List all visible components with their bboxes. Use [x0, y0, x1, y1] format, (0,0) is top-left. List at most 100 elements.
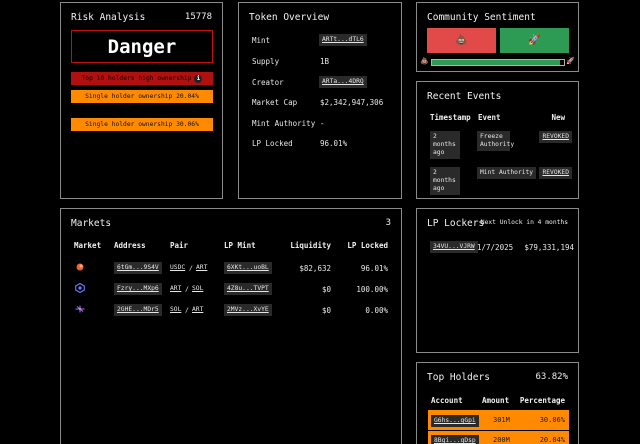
risk-level-box: Danger: [71, 30, 213, 63]
risk-analysis-panel: Risk Analysis 15778 Danger Top 10 holder…: [60, 2, 223, 199]
pair-separator: /: [185, 285, 189, 293]
markets-col-market: Market: [74, 241, 102, 250]
holders-col-amount: Amount: [482, 396, 510, 405]
poop-icon: 💩: [455, 35, 468, 46]
market-cap-label: Market Cap: [252, 98, 298, 107]
holder-account-link[interactable]: G6hs...gGpi: [431, 415, 479, 427]
holder-account-link[interactable]: 8Bgi...qDsp: [431, 435, 479, 444]
markets-col-lp-mint: LP Mint: [224, 241, 256, 250]
community-sentiment-panel: Community Sentiment 💩 🚀 💩 🚀: [416, 2, 579, 72]
risk-alert-medium: Single holder ownership 30.06%: [71, 118, 213, 131]
risk-alert-text: Single holder ownership 20.04%: [85, 93, 199, 100]
sentiment-meter-fill: [432, 60, 561, 65]
meteora-icon: [75, 305, 85, 313]
markets-col-pair: Pair: [170, 241, 189, 250]
market-address-link[interactable]: 6tGm...9S4V: [114, 262, 162, 274]
top-holders-panel: Top Holders 63.82% Account Amount Percen…: [416, 362, 579, 444]
recent-events-title: Recent Events: [427, 91, 502, 102]
market-lp-locked: 100.00%: [356, 285, 388, 294]
markets-title: Markets: [71, 218, 112, 229]
pair-separator: /: [185, 306, 189, 314]
holder-amount: 200M: [493, 436, 510, 444]
locker-amount: $79,331,194: [524, 243, 574, 252]
market-liquidity: $0: [321, 285, 331, 294]
holders-col-percentage: Percentage: [519, 396, 565, 405]
holder-row: 8Bgi...qDsp 200M 20.04%: [428, 431, 569, 444]
mint-label: Mint: [252, 36, 271, 45]
lp-locked-value: 96.01%: [320, 139, 348, 148]
holders-col-account: Account: [431, 396, 463, 405]
holder-percentage: 20.04%: [539, 436, 565, 444]
poop-icon: 💩: [420, 57, 429, 65]
markets-col-lp-locked: LP Locked: [347, 241, 388, 250]
market-lp-locked: 0.00%: [365, 306, 388, 315]
market-row: 2GHE...MDr5 SOL / ART 2MVz...XvYE $0 0.0…: [61, 303, 401, 317]
lp-locked-label: LP Locked: [252, 139, 293, 148]
pair-token-b-link[interactable]: SOL: [192, 283, 203, 295]
top-holders-title: Top Holders: [427, 372, 490, 383]
rocket-icon: 🚀: [528, 35, 541, 46]
top-holders-percent: 63.82%: [535, 372, 568, 382]
holder-percentage: 30.06%: [539, 416, 565, 424]
supply-value: 1B: [320, 57, 330, 66]
creator-label: Creator: [252, 78, 284, 87]
locker-row: 34VU...VJRW 1/7/2025 $79,331,194: [430, 240, 574, 253]
events-col-timestamp: Timestamp: [430, 113, 471, 122]
event-name: Freeze Authority: [477, 131, 514, 151]
community-sentiment-title: Community Sentiment: [427, 12, 536, 23]
mint-authority-label: Mint Authority: [252, 119, 316, 128]
event-new-status: REVOKED: [539, 167, 572, 179]
lp-mint-link[interactable]: 2MVz...XvYE: [224, 304, 272, 316]
creator-address-link[interactable]: ARTa...4DRQ: [319, 76, 367, 88]
pair-token-a-link[interactable]: USDC: [170, 262, 185, 274]
risk-alert-text: Single holder ownership 30.06%: [85, 121, 199, 128]
market-liquidity: $0: [321, 306, 331, 315]
supply-label: Supply: [252, 57, 280, 66]
event-name: Mint Authority: [477, 167, 537, 179]
market-lp-locked: 96.01%: [360, 264, 388, 273]
risk-score: 15778: [184, 12, 212, 22]
mint-address-link[interactable]: ARTt...dTL6: [319, 34, 367, 46]
bullish-vote-button[interactable]: 🚀: [500, 28, 569, 53]
market-row: Fzry...MXp6 ART / SOL 4Z8u...TVPT $0 100…: [61, 282, 401, 296]
event-timestamp: 2 months ago: [430, 167, 460, 195]
pair-token-a-link[interactable]: ART: [170, 283, 181, 295]
markets-count: 3: [385, 218, 391, 228]
risk-alert-medium: Single holder ownership 20.04%: [71, 90, 213, 103]
markets-panel: Markets 3 Market Address Pair LP Mint Li…: [60, 208, 402, 444]
mint-authority-value: -: [320, 119, 325, 128]
market-liquidity: $82,632: [299, 264, 331, 273]
next-unlock-text: Next Unlock in 4 months: [480, 219, 568, 226]
pair-token-b-link[interactable]: ART: [192, 304, 203, 316]
market-address-link[interactable]: 2GHE...MDr5: [114, 304, 162, 316]
market-cap-value: $2,342,947,306: [320, 98, 384, 107]
recent-events-panel: Recent Events Timestamp Event New 2 mont…: [416, 81, 579, 199]
risk-alert-high[interactable]: Top 10 holders high ownership i: [71, 72, 213, 85]
pair-separator: /: [189, 264, 193, 272]
raydium-icon: [76, 263, 84, 271]
locker-address-link[interactable]: 34VU...VJRW: [430, 241, 478, 253]
holder-row: G6hs...gGpi 301M 30.06%: [428, 410, 569, 430]
lp-mint-link[interactable]: 6XKt...uoBL: [224, 262, 272, 274]
event-new-status: REVOKED: [539, 131, 572, 143]
events-col-new: New: [551, 113, 565, 122]
lp-lockers-title: LP Lockers: [427, 218, 485, 229]
lp-lockers-panel: LP Lockers Next Unlock in 4 months 34VU.…: [416, 208, 579, 353]
orca-icon: [75, 283, 85, 293]
info-icon[interactable]: i: [194, 74, 203, 83]
pair-token-a-link[interactable]: SOL: [170, 304, 181, 316]
sentiment-meter: [431, 59, 565, 66]
market-address-link[interactable]: Fzry...MXp6: [114, 283, 162, 295]
markets-col-liquidity: Liquidity: [290, 241, 331, 250]
risk-analysis-title: Risk Analysis: [71, 12, 146, 23]
rocket-icon: 🚀: [566, 57, 575, 65]
lp-mint-link[interactable]: 4Z8u...TVPT: [224, 283, 272, 295]
market-row: 6tGm...9S4V USDC / ART 6XKt...uoBL $82,6…: [61, 261, 401, 275]
locker-unlock-date: 1/7/2025: [477, 243, 514, 252]
token-overview-panel: Token Overview Mint ARTt...dTL6 Supply 1…: [238, 2, 402, 199]
bearish-vote-button[interactable]: 💩: [427, 28, 496, 53]
risk-alert-text: Top 10 holders high ownership: [81, 75, 192, 82]
risk-level: Danger: [107, 35, 177, 58]
events-col-event: Event: [478, 113, 501, 122]
pair-token-b-link[interactable]: ART: [196, 262, 207, 274]
